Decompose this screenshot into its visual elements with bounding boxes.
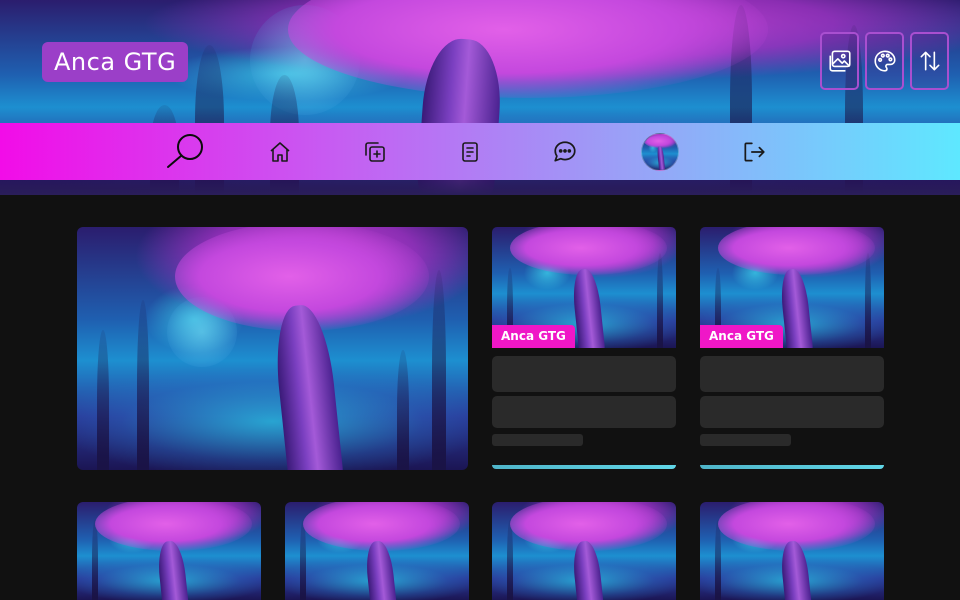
artwork-card[interactable]: Anca GTG xyxy=(492,227,676,470)
grid-artwork-thumbnail[interactable] xyxy=(700,502,884,600)
nav-messages[interactable] xyxy=(547,123,583,180)
brand-title[interactable]: Anca GTG xyxy=(42,42,189,82)
skeleton-line xyxy=(492,396,676,428)
nav-documents[interactable] xyxy=(452,123,488,180)
gallery-button[interactable] xyxy=(820,32,859,90)
featured-artwork[interactable] xyxy=(77,227,468,470)
sort-icon xyxy=(920,51,939,71)
profile-avatar xyxy=(641,132,679,171)
nav-home[interactable] xyxy=(262,123,298,180)
author-tag[interactable]: Anca GTG xyxy=(492,325,575,348)
logout-icon xyxy=(744,141,765,162)
chat-icon xyxy=(554,140,576,162)
palette-icon xyxy=(873,50,896,72)
nav-search[interactable] xyxy=(160,123,212,180)
card-accent-bar xyxy=(492,465,676,469)
search-icon xyxy=(167,133,203,168)
sort-button[interactable] xyxy=(910,32,949,90)
author-tag[interactable]: Anca GTG xyxy=(700,325,783,348)
document-icon xyxy=(462,141,478,162)
main-nav-bar xyxy=(0,123,960,180)
skeleton-meta xyxy=(700,434,791,446)
nav-profile[interactable] xyxy=(640,123,680,180)
skeleton-line xyxy=(700,396,884,428)
header-fade xyxy=(0,180,960,195)
card-accent-bar xyxy=(700,465,884,469)
skeleton-meta xyxy=(492,434,583,446)
home-icon xyxy=(270,141,290,162)
top-actions xyxy=(820,32,949,90)
artwork-card[interactable]: Anca GTG xyxy=(700,227,884,470)
grid-artwork-thumbnail[interactable] xyxy=(285,502,469,600)
grid-artwork-thumbnail[interactable] xyxy=(77,502,261,600)
add-collection-icon xyxy=(365,141,385,162)
grid-artwork-thumbnail[interactable] xyxy=(492,502,676,600)
gallery-icon xyxy=(828,50,851,72)
nav-add-collection[interactable] xyxy=(357,123,393,180)
skeleton-title xyxy=(492,356,676,392)
skeleton-title xyxy=(700,356,884,392)
nav-logout[interactable] xyxy=(736,123,772,180)
palette-button[interactable] xyxy=(865,32,904,90)
